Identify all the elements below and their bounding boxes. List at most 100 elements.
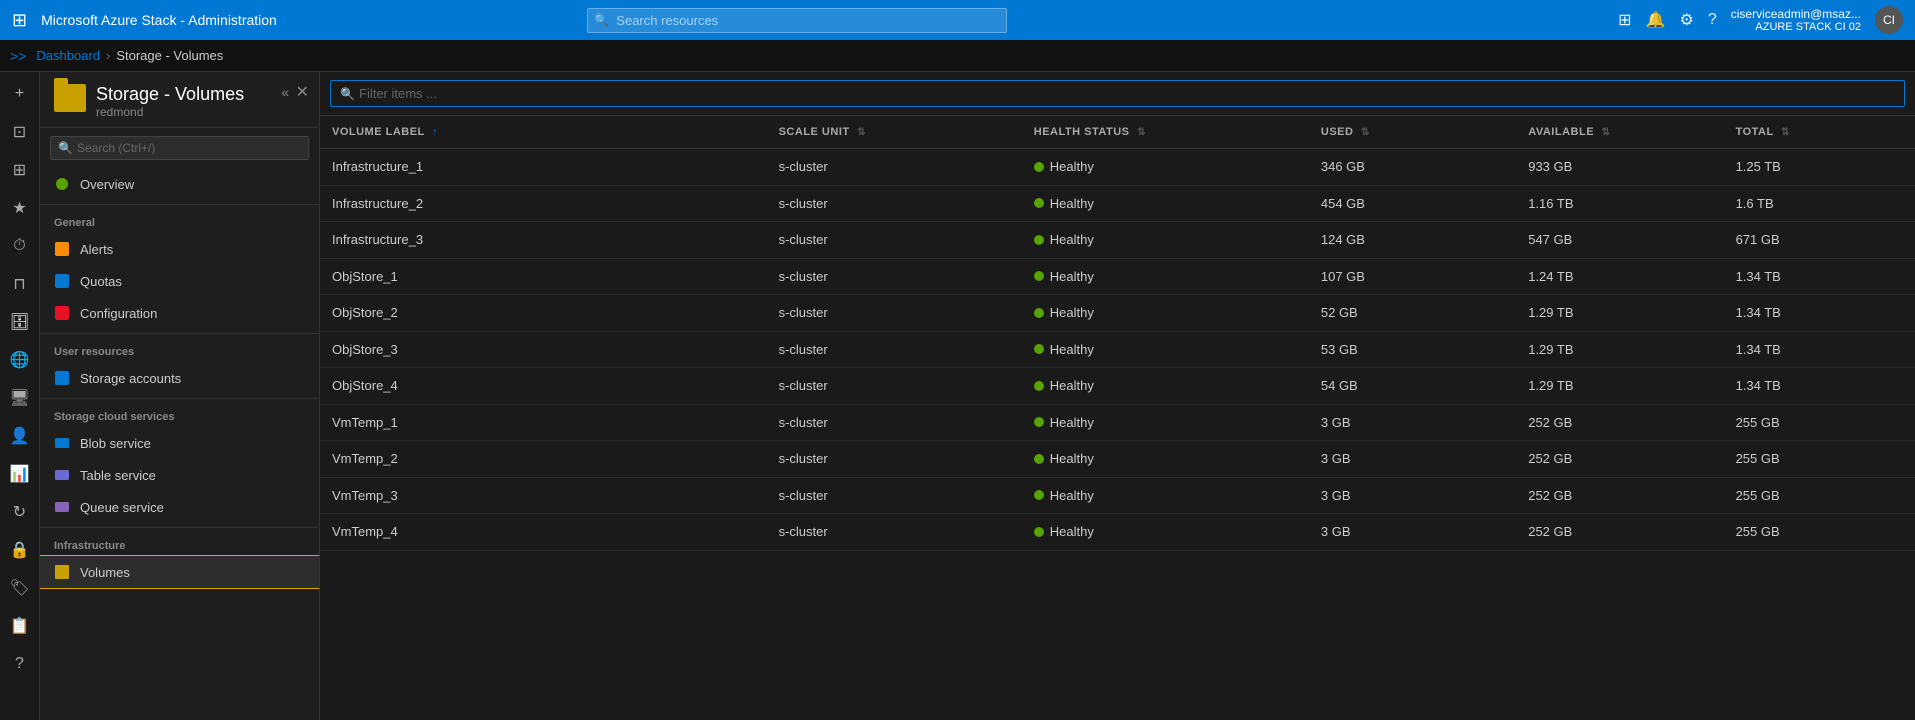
- col-header-used[interactable]: USED ⇅: [1309, 116, 1516, 149]
- sidebar-users-icon[interactable]: 👤: [2, 418, 38, 454]
- cell-scale-unit: s-cluster: [767, 368, 1022, 405]
- nav-divider-4: [40, 527, 319, 528]
- health-text: Healthy: [1050, 451, 1094, 466]
- panel-search-input[interactable]: [50, 136, 309, 160]
- cell-scale-unit: s-cluster: [767, 404, 1022, 441]
- sidebar-compute-icon[interactable]: 🖥: [2, 380, 38, 416]
- health-badge: Healthy: [1034, 488, 1094, 503]
- health-dot: [1034, 162, 1044, 172]
- avatar[interactable]: CI: [1875, 6, 1903, 34]
- nav-item-table-service[interactable]: Table service: [40, 459, 319, 491]
- cell-health-status: Healthy: [1022, 185, 1309, 222]
- nav-blob-label: Blob service: [80, 436, 151, 451]
- table-body: Infrastructure_1 s-cluster Healthy 346 G…: [320, 149, 1915, 551]
- cell-used: 3 GB: [1309, 404, 1516, 441]
- table-row[interactable]: VmTemp_1 s-cluster Healthy 3 GB 252 GB 2…: [320, 404, 1915, 441]
- cell-health-status: Healthy: [1022, 295, 1309, 332]
- sidebar-storage-icon[interactable]: 🗄: [2, 304, 38, 340]
- table-row[interactable]: ObjStore_2 s-cluster Healthy 52 GB 1.29 …: [320, 295, 1915, 332]
- sidebar-dashboard-icon[interactable]: ⊡: [2, 114, 38, 150]
- quotas-icon: [54, 273, 70, 289]
- health-dot: [1034, 271, 1044, 281]
- cell-scale-unit: s-cluster: [767, 441, 1022, 478]
- col-header-volume-label[interactable]: VOLUME LABEL ↑: [320, 116, 767, 149]
- health-badge: Healthy: [1034, 159, 1094, 174]
- nav-item-storage-accounts[interactable]: Storage accounts: [40, 362, 319, 394]
- cell-available: 252 GB: [1516, 404, 1723, 441]
- filter-input[interactable]: [330, 80, 1905, 107]
- sidebar-network-icon[interactable]: 🌐: [2, 342, 38, 378]
- table-row[interactable]: VmTemp_3 s-cluster Healthy 3 GB 252 GB 2…: [320, 477, 1915, 514]
- table-service-icon: [54, 467, 70, 483]
- panel-folder-icon: [54, 84, 86, 112]
- col-header-total[interactable]: TOTAL ⇅: [1724, 116, 1915, 149]
- table-row[interactable]: VmTemp_2 s-cluster Healthy 3 GB 252 GB 2…: [320, 441, 1915, 478]
- sidebar-subscriptions-icon[interactable]: 📋: [2, 608, 38, 644]
- health-badge: Healthy: [1034, 196, 1094, 211]
- breadcrumb-dashboard[interactable]: Dashboard: [36, 48, 100, 63]
- panel-collapse-button[interactable]: «: [281, 84, 289, 100]
- sidebar-help-icon[interactable]: ?: [2, 646, 38, 682]
- panel-search-icon: 🔍: [58, 141, 73, 155]
- sidebar-updates-icon[interactable]: ↻: [2, 494, 38, 530]
- portal-icon[interactable]: ⊞: [1618, 10, 1631, 30]
- main-layout: + ⊡ ⊞ ★ ⏱ ⊓ 🗄 🌐 🖥 👤 📊 ↻ 🔒 🏷 📋 ? Storage …: [0, 72, 1915, 720]
- filter-bar: 🔍: [320, 72, 1915, 116]
- table-row[interactable]: ObjStore_1 s-cluster Healthy 107 GB 1.24…: [320, 258, 1915, 295]
- table-row[interactable]: Infrastructure_1 s-cluster Healthy 346 G…: [320, 149, 1915, 186]
- user-name: ciserviceadmin@msaz...: [1731, 7, 1861, 21]
- nav-item-alerts[interactable]: Alerts: [40, 233, 319, 265]
- health-badge: Healthy: [1034, 232, 1094, 247]
- settings-icon[interactable]: ⚙: [1680, 10, 1694, 30]
- col-header-scale-unit[interactable]: SCALE UNIT ⇅: [767, 116, 1022, 149]
- breadcrumb: >> Dashboard › Storage - Volumes: [0, 40, 1915, 72]
- health-dot: [1034, 344, 1044, 354]
- sort-icon-used: ⇅: [1361, 127, 1370, 138]
- table-row[interactable]: Infrastructure_2 s-cluster Healthy 454 G…: [320, 185, 1915, 222]
- panel-close-button[interactable]: ✕: [296, 82, 309, 102]
- table-row[interactable]: ObjStore_3 s-cluster Healthy 53 GB 1.29 …: [320, 331, 1915, 368]
- cell-total: 1.34 TB: [1724, 258, 1915, 295]
- queue-service-icon: [54, 499, 70, 515]
- sidebar-resource-icon[interactable]: ⊓: [2, 266, 38, 302]
- nav-item-queue-service[interactable]: Queue service: [40, 491, 319, 523]
- cell-available: 933 GB: [1516, 149, 1723, 186]
- cell-volume-label: ObjStore_3: [320, 331, 767, 368]
- sidebar-favorites-icon[interactable]: ★: [2, 190, 38, 226]
- cell-available: 1.29 TB: [1516, 295, 1723, 332]
- cell-scale-unit: s-cluster: [767, 331, 1022, 368]
- cell-total: 1.25 TB: [1724, 149, 1915, 186]
- sidebar-allservices-icon[interactable]: ⊞: [2, 152, 38, 188]
- global-search-input[interactable]: [587, 8, 1007, 33]
- cell-volume-label: Infrastructure_1: [320, 149, 767, 186]
- sidebar-monitor-icon[interactable]: 📊: [2, 456, 38, 492]
- notifications-icon[interactable]: 🔔: [1646, 10, 1666, 30]
- sidebar-security-icon[interactable]: 🔒: [2, 532, 38, 568]
- cell-health-status: Healthy: [1022, 477, 1309, 514]
- cell-volume-label: VmTemp_4: [320, 514, 767, 551]
- nav-item-configuration[interactable]: Configuration: [40, 297, 319, 329]
- cell-health-status: Healthy: [1022, 222, 1309, 259]
- breadcrumb-expand[interactable]: >>: [10, 48, 26, 64]
- col-header-health-status[interactable]: HEALTH STATUS ⇅: [1022, 116, 1309, 149]
- nav-item-quotas[interactable]: Quotas: [40, 265, 319, 297]
- table-row[interactable]: VmTemp_4 s-cluster Healthy 3 GB 252 GB 2…: [320, 514, 1915, 551]
- nav-item-overview[interactable]: Overview: [40, 168, 319, 200]
- nav-item-blob-service[interactable]: Blob service: [40, 427, 319, 459]
- nav-item-volumes[interactable]: Volumes: [40, 556, 319, 588]
- table-row[interactable]: Infrastructure_3 s-cluster Healthy 124 G…: [320, 222, 1915, 259]
- cell-used: 54 GB: [1309, 368, 1516, 405]
- sidebar-tags-icon[interactable]: 🏷: [2, 570, 38, 606]
- help-icon[interactable]: ?: [1708, 11, 1717, 29]
- health-text: Healthy: [1050, 232, 1094, 247]
- health-badge: Healthy: [1034, 342, 1094, 357]
- cell-health-status: Healthy: [1022, 404, 1309, 441]
- sort-icon-scale: ⇅: [857, 127, 866, 138]
- nav-section-general: General: [40, 209, 319, 233]
- col-header-available[interactable]: AVAILABLE ⇅: [1516, 116, 1723, 149]
- table-row[interactable]: ObjStore_4 s-cluster Healthy 54 GB 1.29 …: [320, 368, 1915, 405]
- sidebar-plus-button[interactable]: +: [2, 76, 38, 112]
- right-content: 🔍 VOLUME LABEL ↑ SCALE UNIT ⇅: [320, 72, 1915, 720]
- cell-volume-label: VmTemp_3: [320, 477, 767, 514]
- sidebar-recent-icon[interactable]: ⏱: [2, 228, 38, 264]
